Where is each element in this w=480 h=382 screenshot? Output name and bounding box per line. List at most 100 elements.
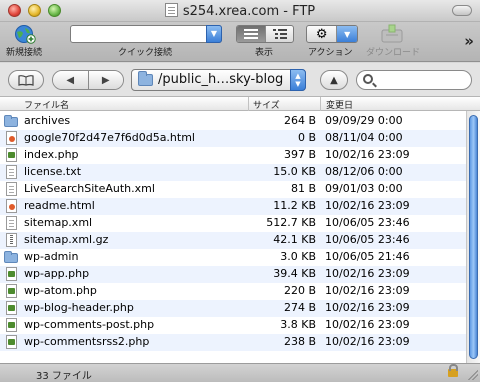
download-icon: [381, 24, 403, 43]
file-modified: 10/06/05 23:46: [325, 216, 410, 229]
gear-icon[interactable]: ⚙: [307, 26, 336, 42]
new-connection-icon[interactable]: [14, 24, 36, 44]
file-modified: 10/06/05 21:46: [325, 250, 410, 263]
code-file-icon: [6, 148, 17, 162]
file-row[interactable]: readme.html 11.2 KB 10/02/16 23:09: [0, 198, 466, 215]
file-size: 15.0 KB: [273, 165, 316, 178]
column-modified-header[interactable]: 変更日: [326, 98, 353, 111]
html-file-icon: [6, 131, 17, 145]
file-size: 3.0 KB: [280, 250, 316, 263]
file-name: wp-admin: [24, 250, 79, 263]
window-title-wrap: s254.xrea.com - FTP: [0, 3, 480, 19]
file-row[interactable]: wp-app.php 39.4 KB 10/02/16 23:09: [0, 266, 466, 283]
doc-file-icon: [6, 182, 17, 196]
folder-icon: [4, 115, 18, 127]
file-modified: 10/02/16 23:09: [325, 199, 410, 212]
file-name: wp-atom.php: [24, 284, 97, 297]
window-title: s254.xrea.com - FTP: [182, 4, 316, 19]
forward-button[interactable]: ▶: [87, 71, 123, 89]
file-size: 512.7 KB: [266, 216, 316, 229]
file-modified: 10/02/16 23:09: [325, 267, 410, 280]
column-divider[interactable]: [320, 97, 321, 111]
navigation-bar: ◀ ▶ /public_h…sky-blog ▲ ▼ ▲: [0, 63, 480, 97]
quick-connect-field[interactable]: ▼: [70, 25, 222, 43]
search-field[interactable]: [356, 70, 472, 90]
folder-icon: [4, 251, 18, 263]
list-view-icon: [244, 29, 258, 39]
file-name: wp-app.php: [24, 267, 90, 280]
toolbar-overflow-button[interactable]: »: [464, 32, 474, 50]
file-row[interactable]: sitemap.xml.gz 42.1 KB 10/06/05 23:46: [0, 232, 466, 249]
lock-icon: [448, 364, 458, 377]
file-modified: 09/01/03 0:00: [325, 182, 403, 195]
outline-view-button[interactable]: [265, 26, 293, 42]
code-file-icon: [6, 318, 17, 332]
view-label: 表示: [255, 48, 274, 58]
toolbar: 新規接続 ▼ クイック接続 表示 ⚙ ▼ アクション ダウンロード »: [0, 22, 480, 62]
file-row[interactable]: license.txt 15.0 KB 08/12/06 0:00: [0, 164, 466, 181]
parent-directory-button[interactable]: ▲: [320, 70, 348, 90]
document-proxy-icon[interactable]: [164, 3, 178, 17]
code-file-icon: [6, 301, 17, 315]
file-modified: 10/06/05 23:46: [325, 233, 410, 246]
file-modified: 10/02/16 23:09: [325, 335, 410, 348]
file-modified: 09/09/29 0:00: [325, 114, 403, 127]
file-row[interactable]: wp-blog-header.php 274 B 10/02/16 23:09: [0, 300, 466, 317]
doc-file-icon: [6, 216, 17, 230]
file-name: google70f2d47e7f6d0d5a.html: [24, 131, 195, 144]
vertical-scrollbar[interactable]: [466, 111, 480, 363]
file-row[interactable]: LiveSearchSiteAuth.xml 81 B 09/01/03 0:00: [0, 181, 466, 198]
file-row[interactable]: wp-atom.php 220 B 10/02/16 23:09: [0, 283, 466, 300]
bookmarks-button[interactable]: [8, 70, 44, 90]
file-row[interactable]: google70f2d47e7f6d0d5a.html 0 B 08/11/04 0…: [0, 130, 466, 147]
file-row[interactable]: wp-commentsrss2.php 238 B 10/02/16 23:09: [0, 334, 466, 351]
file-row[interactable]: index.php 397 B 10/02/16 23:09: [0, 147, 466, 164]
code-file-icon: [6, 267, 17, 281]
file-modified: 10/02/16 23:09: [325, 284, 410, 297]
list-view-button[interactable]: [237, 26, 265, 42]
back-button[interactable]: ◀: [53, 71, 88, 89]
back-arrow-icon: ◀: [66, 74, 75, 86]
current-path: /public_h…sky-blog: [158, 72, 284, 87]
path-popup-arrows-icon[interactable]: ▲ ▼: [290, 69, 306, 91]
file-row[interactable]: wp-admin 3.0 KB 10/06/05 21:46: [0, 249, 466, 266]
toolbar-toggle-button[interactable]: [452, 5, 472, 16]
new-connection-label[interactable]: 新規接続: [6, 45, 42, 58]
resize-grip[interactable]: [468, 370, 478, 380]
quick-connect-dropdown-icon[interactable]: ▼: [206, 25, 222, 43]
path-popup-button[interactable]: /public_h…sky-blog ▲ ▼: [131, 69, 306, 91]
column-divider[interactable]: [248, 97, 249, 111]
file-modified: 08/11/04 0:00: [325, 131, 403, 144]
file-size: 81 B: [290, 182, 316, 195]
file-size: 274 B: [283, 301, 316, 314]
file-name: license.txt: [24, 165, 82, 178]
column-name-header[interactable]: ファイル名: [24, 98, 69, 111]
folder-icon: [138, 71, 153, 86]
file-list: ファイル名 サイズ 変更日 archives 264 B 09/09/29 0:00…: [0, 97, 480, 363]
file-name: LiveSearchSiteAuth.xml: [24, 182, 155, 195]
action-dropdown-icon[interactable]: ▼: [336, 26, 357, 42]
file-size: 11.2 KB: [273, 199, 316, 212]
file-size: 42.1 KB: [273, 233, 316, 246]
file-name: sitemap.xml.gz: [24, 233, 109, 246]
column-size-header[interactable]: サイズ: [253, 98, 280, 111]
file-count-status: 33 ファイル: [36, 371, 92, 382]
file-size: 264 B: [283, 114, 316, 127]
scrollbar-thumb[interactable]: [469, 115, 478, 359]
file-name: archives: [24, 114, 71, 127]
download-label: ダウンロード: [366, 48, 421, 58]
file-row[interactable]: sitemap.xml 512.7 KB 10/06/05 23:46: [0, 215, 466, 232]
file-size: 39.4 KB: [273, 267, 316, 280]
forward-arrow-icon: ▶: [101, 74, 110, 86]
file-modified: 10/02/16 23:09: [325, 301, 410, 314]
file-row[interactable]: wp-comments-post.php 3.8 KB 10/02/16 23:09: [0, 317, 466, 334]
book-icon: [18, 74, 34, 86]
file-row[interactable]: archives 264 B 09/09/29 0:00: [0, 113, 466, 130]
action-menu-button[interactable]: ⚙ ▼: [306, 25, 358, 43]
html-file-icon: [6, 199, 17, 213]
zip-file-icon: [6, 233, 17, 247]
file-name: wp-blog-header.php: [24, 301, 134, 314]
file-size: 238 B: [283, 335, 316, 348]
view-mode-control[interactable]: [236, 25, 294, 43]
file-name: wp-comments-post.php: [24, 318, 155, 331]
